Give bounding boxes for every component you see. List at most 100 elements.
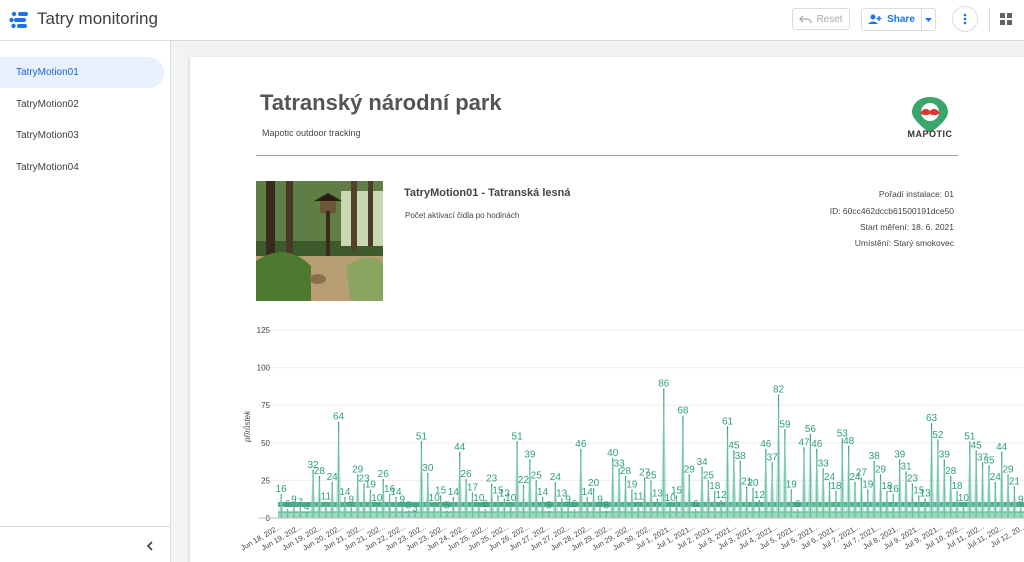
data-label: 6 [572,499,578,510]
data-label: 30 [422,463,434,474]
data-area [310,469,317,518]
data-label: 63 [926,413,938,424]
data-label: 13 [920,488,932,499]
activation-time-series-chart[interactable]: 0255075100125 přírůstek 1669743228112464… [190,322,1024,562]
y-axis: 0255075100125 [257,326,271,523]
sidebar-item-tatrymotion01[interactable]: TatryMotion01 [0,57,164,88]
data-area [769,462,776,518]
data-label: 46 [575,439,587,450]
data-label: 46 [811,439,823,450]
share-dropdown-button[interactable] [921,9,935,30]
mapotic-logo-text: MAPOTIC [907,129,953,139]
data-studio-logo-icon[interactable] [9,11,29,29]
data-label: 59 [779,419,791,430]
data-area [686,474,693,518]
data-label: 6 [482,499,488,510]
data-label: 5 [406,500,412,511]
data-label: 51 [416,431,428,442]
apps-grid-icon[interactable] [1000,13,1012,25]
data-label: 9 [291,494,297,505]
data-label: 46 [760,439,772,450]
more-options-button[interactable] [952,6,978,32]
y-tick-label: 100 [257,364,271,373]
data-label: 29 [875,464,887,475]
data-label: 9 [400,494,406,505]
data-label: 44 [454,442,466,453]
data-label: 16 [888,484,900,495]
data-label: 29 [1002,464,1014,475]
data-area [418,441,425,518]
sidebar-item-tatrymotion03[interactable]: TatryMotion03 [0,120,164,151]
data-area [998,451,1005,518]
data-label: 18 [830,481,842,492]
report-subtitle: Mapotic outdoor tracking [262,128,361,138]
page-navigation-sidebar: TatryMotion01 TatryMotion02 TatryMotion0… [0,41,171,562]
data-area [456,451,463,518]
data-label: 14 [537,487,549,498]
data-area [737,460,744,518]
data-label: 25 [645,470,657,481]
data-area [801,447,808,518]
report-title: Tatranský národní park [260,90,502,115]
data-label: 29 [684,464,696,475]
data-label: 11 [633,491,644,502]
data-label: 44 [996,442,1008,453]
data-label: 18 [951,481,963,492]
data-label: 20 [588,478,600,489]
data-label: 9 [349,494,355,505]
data-label: 24 [550,472,562,483]
data-area [979,462,986,518]
collapse-sidebar-button[interactable] [146,538,154,554]
data-area [922,498,929,518]
data-label: 56 [805,424,817,435]
data-area [966,441,973,518]
data-label: 5 [604,500,610,511]
data-label: 86 [658,379,670,390]
data-label: 20 [747,478,759,489]
data-label: 3 [412,503,418,514]
data-label: 23 [486,473,498,484]
data-label: 13 [652,488,664,499]
sidebar-divider [0,526,170,527]
data-label: 68 [677,406,689,417]
data-area [654,498,661,518]
data-label: 38 [869,451,881,462]
data-label: 28 [620,466,632,477]
reset-label: Reset [816,13,843,25]
share-button[interactable]: Share [862,9,921,30]
data-label: 9 [1018,494,1024,505]
toolbar-divider [989,8,990,32]
data-label: 25 [531,470,543,481]
data-label: 45 [971,440,983,451]
data-label: 19 [626,479,638,490]
data-label: 15 [671,485,683,496]
sidebar-item-tatrymotion02[interactable]: TatryMotion02 [0,89,164,120]
data-label: 26 [378,469,390,480]
header-divider [256,155,958,156]
data-label: 82 [773,385,785,396]
data-label: 33 [818,458,830,469]
y-tick-label: 125 [257,326,271,335]
data-label: 24 [327,472,339,483]
data-label: 6 [795,499,801,510]
data-area [392,496,399,518]
y-tick-label: 50 [261,439,270,448]
reset-button[interactable]: Reset [792,8,850,30]
top-bar: Tatry monitoring Reset Share [0,0,1024,41]
data-label: 12 [754,490,766,501]
undo-icon [799,15,813,23]
data-label: 9 [565,494,571,505]
data-label: 16 [276,484,288,495]
data-area [992,481,999,518]
data-label: 10 [505,493,517,504]
data-area [558,498,565,518]
x-axis: Jun 18, 202...Jun 19, 202...Jun 19, 202.… [239,517,1024,552]
sidebar-item-tatrymotion04[interactable]: TatryMotion04 [0,152,164,183]
y-tick-label: 25 [261,476,270,485]
data-label: 9 [597,494,603,505]
data-label: 5 [444,500,450,511]
app-title[interactable]: Tatry monitoring [37,9,158,29]
data-label: 39 [939,449,951,460]
data-area [335,421,342,518]
data-label: 38 [735,451,747,462]
